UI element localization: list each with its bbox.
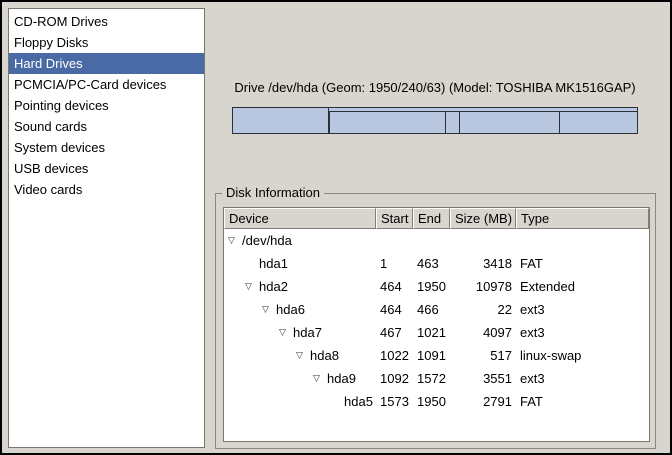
end-cell: 463 — [413, 252, 450, 275]
partition-segment-hda7 — [329, 112, 444, 133]
size-cell: 3551 — [450, 367, 516, 390]
device-cell: ▽/dev/hda — [224, 229, 376, 252]
sidebar-item-pointing-devices[interactable]: Pointing devices — [9, 95, 204, 116]
device-cell: ▽hda6 — [224, 298, 376, 321]
device-name: hda7 — [293, 321, 322, 344]
start-cell: 1092 — [376, 367, 413, 390]
device-cell: ▽hda7 — [224, 321, 376, 344]
device-cell: hda5 — [224, 390, 376, 413]
type-cell: ext3 — [516, 321, 649, 344]
column-header-device[interactable]: Device — [224, 208, 376, 229]
end-cell: 1572 — [413, 367, 450, 390]
sidebar-item-system-devices[interactable]: System devices — [9, 137, 204, 158]
device-name: hda1 — [259, 252, 288, 275]
expander-icon[interactable]: ▽ — [245, 275, 259, 298]
end-cell: 1091 — [413, 344, 450, 367]
start-cell: 464 — [376, 298, 413, 321]
expander-icon[interactable]: ▽ — [296, 344, 310, 367]
table-row-hda8[interactable]: ▽hda810221091517linux-swap — [224, 344, 649, 367]
extended-partition-region — [329, 111, 637, 133]
expander-icon[interactable]: ▽ — [279, 321, 293, 344]
table-row-hda5[interactable]: hda5157319502791FAT — [224, 390, 649, 413]
column-header-size-mb[interactable]: Size (MB) — [450, 208, 516, 229]
table-header: DeviceStartEndSize (MB)Type — [224, 208, 649, 229]
size-cell: 517 — [450, 344, 516, 367]
column-header-start[interactable]: Start — [376, 208, 413, 229]
sidebar-item-pcmcia-pc-card-devices[interactable]: PCMCIA/PC-Card devices — [9, 74, 204, 95]
device-name: hda8 — [310, 344, 339, 367]
start-cell: 1573 — [376, 390, 413, 413]
disk-information-label: Disk Information — [222, 185, 324, 200]
expander-icon[interactable]: ▽ — [262, 298, 276, 321]
device-name: hda2 — [259, 275, 288, 298]
end-cell: 1950 — [413, 390, 450, 413]
table-row-dev-hda[interactable]: ▽/dev/hda — [224, 229, 649, 252]
sidebar-item-usb-devices[interactable]: USB devices — [9, 158, 204, 179]
partition-table: DeviceStartEndSize (MB)Type ▽/dev/hdahda… — [223, 207, 650, 442]
hardware-browser-window: CD-ROM DrivesFloppy DisksHard DrivesPCMC… — [0, 0, 672, 455]
size-cell: 3418 — [450, 252, 516, 275]
expander-icon[interactable]: ▽ — [228, 229, 242, 252]
sidebar-item-floppy-disks[interactable]: Floppy Disks — [9, 32, 204, 53]
table-row-hda7[interactable]: ▽hda746710214097ext3 — [224, 321, 649, 344]
sidebar-item-video-cards[interactable]: Video cards — [9, 179, 204, 200]
device-cell: ▽hda9 — [224, 367, 376, 390]
table-row-hda1[interactable]: hda1 14633418FAT — [224, 252, 649, 275]
size-cell: 4097 — [450, 321, 516, 344]
column-header-type[interactable]: Type — [516, 208, 649, 229]
device-cell: ▽hda2 — [224, 275, 376, 298]
type-cell: ext3 — [516, 298, 649, 321]
table-body: ▽/dev/hdahda114633418FAT▽hda246419501097… — [224, 229, 649, 413]
column-header-end[interactable]: End — [413, 208, 450, 229]
type-cell: FAT — [516, 390, 649, 413]
expander-icon[interactable]: ▽ — [313, 367, 327, 390]
device-cell: ▽hda8 — [224, 344, 376, 367]
end-cell: 1021 — [413, 321, 450, 344]
device-name: hda5 — [344, 390, 373, 413]
type-cell: Extended — [516, 275, 649, 298]
start-cell — [376, 229, 413, 252]
partition-segment-hda9 — [459, 112, 559, 133]
end-cell — [413, 229, 450, 252]
type-cell — [516, 229, 649, 252]
start-cell: 1022 — [376, 344, 413, 367]
start-cell: 464 — [376, 275, 413, 298]
device-name: hda9 — [327, 367, 356, 390]
type-cell: linux-swap — [516, 344, 649, 367]
sidebar-item-sound-cards[interactable]: Sound cards — [9, 116, 204, 137]
partition-segment-primary — [233, 108, 329, 133]
end-cell: 1950 — [413, 275, 450, 298]
start-cell: 1 — [376, 252, 413, 275]
size-cell: 22 — [450, 298, 516, 321]
device-cell: hda1 — [224, 252, 376, 275]
table-row-hda6[interactable]: ▽hda646446622ext3 — [224, 298, 649, 321]
sidebar-list[interactable]: CD-ROM DrivesFloppy DisksHard DrivesPCMC… — [8, 8, 205, 448]
size-cell — [450, 229, 516, 252]
type-cell: FAT — [516, 252, 649, 275]
sidebar-item-cd-rom-drives[interactable]: CD-ROM Drives — [9, 11, 204, 32]
partition-bar — [232, 107, 638, 134]
drive-title: Drive /dev/hda (Geom: 1950/240/63) (Mode… — [218, 80, 652, 95]
partition-segment-extended — [329, 108, 637, 133]
start-cell: 467 — [376, 321, 413, 344]
partition-segment-hda5 — [559, 112, 637, 133]
table-row-hda9[interactable]: ▽hda9109215723551ext3 — [224, 367, 649, 390]
disk-information-frame: Disk Information DeviceStartEndSize (MB)… — [215, 193, 656, 449]
sidebar-item-hard-drives[interactable]: Hard Drives — [9, 53, 204, 74]
partition-segment-hda8 — [445, 112, 459, 133]
type-cell: ext3 — [516, 367, 649, 390]
size-cell: 10978 — [450, 275, 516, 298]
device-name: /dev/hda — [242, 229, 292, 252]
end-cell: 466 — [413, 298, 450, 321]
size-cell: 2791 — [450, 390, 516, 413]
device-name: hda6 — [276, 298, 305, 321]
table-row-hda2[interactable]: ▽hda2464195010978Extended — [224, 275, 649, 298]
